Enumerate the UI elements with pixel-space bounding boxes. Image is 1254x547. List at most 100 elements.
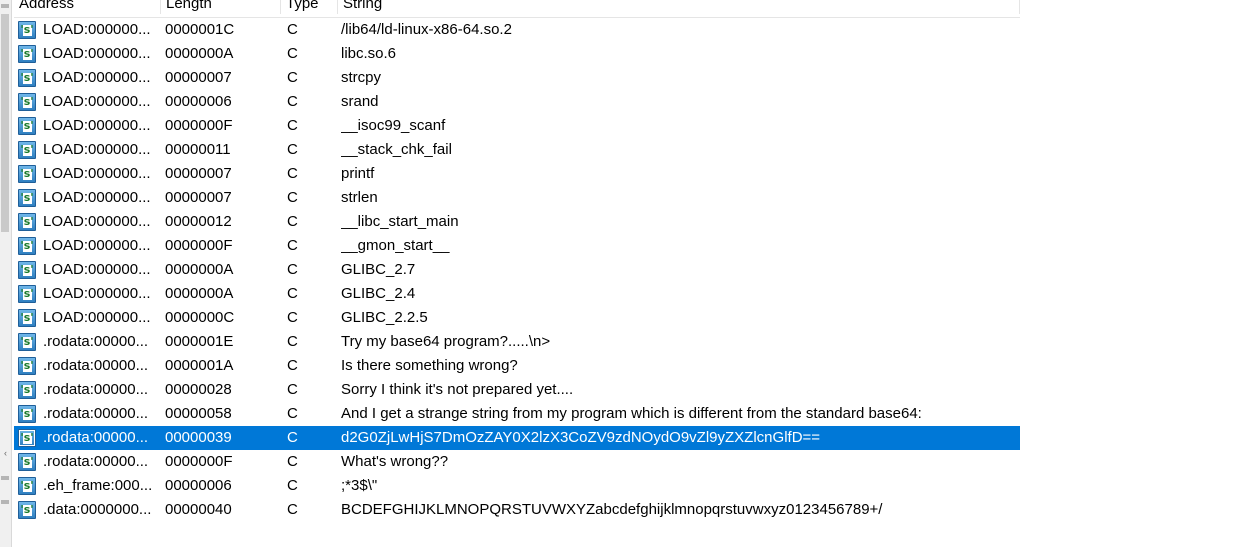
string-cell: __gmon_start__ [341, 237, 450, 254]
table-row[interactable]: 's' .eh_frame:000... 00000006 C ;*3$\" [14, 474, 1020, 498]
type-cell: C [287, 21, 298, 38]
type-cell: C [287, 309, 298, 326]
string-literal-icon: 's' [18, 333, 36, 351]
string-cell: Is there something wrong? [341, 357, 518, 374]
icon-glyph: 's' [20, 479, 34, 492]
address-cell: LOAD:000000... [43, 93, 151, 110]
type-cell: C [287, 117, 298, 134]
type-cell: C [287, 261, 298, 278]
table-row[interactable]: 's' .rodata:00000... 0000001A C Is there som… [14, 354, 1020, 378]
table-row[interactable]: 's' LOAD:000000... 0000001C C/lib64/ld-linu… [14, 18, 1020, 42]
scrollbar-marker [1, 4, 9, 8]
table-row[interactable]: 's' LOAD:000000... 00000007 Cstrcpy [14, 66, 1020, 90]
table-row[interactable]: 's' .rodata:00000... 0000001E C Try my base6… [14, 330, 1020, 354]
address-cell: LOAD:000000... [43, 261, 151, 278]
icon-glyph: 's' [20, 311, 34, 324]
icon-glyph: 's' [20, 167, 34, 180]
table-row[interactable]: 's' .rodata:00000... 0000000F C What's wrong… [14, 450, 1020, 474]
table-row[interactable]: 's' LOAD:000000... 0000000A C GLIBC_2.7 [14, 258, 1020, 282]
column-header-length[interactable]: Length [161, 0, 281, 14]
address-cell: LOAD:000000... [43, 117, 151, 134]
icon-glyph: 's' [20, 71, 34, 84]
type-cell: C [287, 189, 298, 206]
string-cell: d2G0ZjLwHjS7DmOzZAY0X2lzX3CoZV9zdNOydO9v… [341, 429, 821, 446]
type-cell: C [287, 45, 298, 62]
table-row[interactable]: 's' .rodata:00000... 00000039 Cd2G0ZjLwHjS7… [14, 426, 1020, 450]
length-cell: 00000012 [165, 213, 232, 230]
length-cell: 00000007 [165, 165, 232, 182]
length-cell: 0000001E [165, 333, 234, 350]
table-row[interactable]: 's' LOAD:000000... 00000011 C __stack_chk_fa… [14, 138, 1020, 162]
vertical-scrollbar[interactable]: ‹ [0, 0, 12, 547]
icon-glyph: 's' [20, 335, 34, 348]
type-cell: C [287, 501, 298, 518]
table-row[interactable]: 's' LOAD:000000... 0000000A Clibc.so.6 [14, 42, 1020, 66]
address-cell: LOAD:000000... [43, 21, 151, 38]
column-header-string[interactable]: String [338, 0, 1020, 14]
string-cell: __stack_chk_fail [341, 141, 452, 158]
string-cell: __libc_start_main [341, 213, 459, 230]
type-cell: C [287, 213, 298, 230]
string-cell: printf [341, 165, 375, 182]
address-cell: .rodata:00000... [43, 357, 149, 374]
address-cell: .rodata:00000... [43, 453, 149, 470]
icon-glyph: 's' [20, 119, 34, 132]
string-cell: Try my base64 program?.....\n> [341, 333, 551, 350]
type-cell: C [287, 477, 298, 494]
type-cell: C [287, 69, 298, 86]
type-cell: C [287, 357, 298, 374]
table-row[interactable]: 's' LOAD:000000... 0000000F C __gmon_start__ [14, 234, 1020, 258]
length-cell: 0000001A [165, 357, 234, 374]
type-cell: C [287, 165, 298, 182]
table-row[interactable]: 's' LOAD:000000... 00000006 Csrand [14, 90, 1020, 114]
column-header-address[interactable]: Address [14, 0, 161, 14]
icon-glyph: 's' [20, 263, 34, 276]
table-row[interactable]: 's' LOAD:000000... 00000012 C __libc_start_m… [14, 210, 1020, 234]
address-cell: .rodata:00000... [43, 405, 149, 422]
string-literal-icon: 's' [18, 405, 36, 423]
string-literal-icon: 's' [18, 45, 36, 63]
table-row[interactable]: 's' LOAD:000000... 00000007 Cstrlen [14, 186, 1020, 210]
table-row[interactable]: 's' .rodata:00000... 00000028 C Sorry I thin… [14, 378, 1020, 402]
address-cell: LOAD:000000... [43, 237, 151, 254]
string-literal-icon: 's' [18, 69, 36, 87]
table-row[interactable]: 's' LOAD:000000... 00000007 Cprintf [14, 162, 1020, 186]
table-row[interactable]: 's' .data:0000000... 00000040 C BCDEFGHIJKLM… [14, 498, 1020, 522]
address-cell: .rodata:00000... [43, 333, 149, 350]
icon-glyph: 's' [20, 359, 34, 372]
string-cell: strlen [341, 189, 378, 206]
string-cell: /lib64/ld-linux-x86-64.so.2 [341, 21, 512, 38]
length-cell: 00000006 [165, 477, 232, 494]
icon-glyph: 's' [20, 431, 34, 444]
string-literal-icon: 's' [18, 477, 36, 495]
length-cell: 0000000A [165, 45, 234, 62]
table-row[interactable]: 's' LOAD:000000... 0000000C C GLIBC_2.2.5 [14, 306, 1020, 330]
column-header-type[interactable]: Type [281, 0, 338, 14]
collapse-arrow-icon[interactable]: ‹ [0, 448, 11, 458]
string-cell: GLIBC_2.2.5 [341, 309, 428, 326]
icon-glyph: 's' [20, 239, 34, 252]
type-cell: C [287, 333, 298, 350]
type-cell: C [287, 237, 298, 254]
type-cell: C [287, 381, 298, 398]
scrollbar-thumb[interactable] [1, 14, 9, 232]
length-cell: 0000000F [165, 117, 233, 134]
type-cell: C [287, 285, 298, 302]
address-cell: .data:0000000... [43, 501, 152, 518]
table-body: 's' LOAD:000000... 0000001C C/lib64/ld-linu… [14, 18, 1020, 522]
string-cell: libc.so.6 [341, 45, 397, 62]
length-cell: 00000040 [165, 501, 232, 518]
length-cell: 00000039 [165, 429, 232, 446]
address-cell: LOAD:000000... [43, 285, 151, 302]
table-header: Address Length Type String [14, 0, 1020, 18]
table-row[interactable]: 's' LOAD:000000... 0000000F C __isoc99_scanf [14, 114, 1020, 138]
length-cell: 0000000C [165, 309, 235, 326]
icon-glyph: 's' [20, 143, 34, 156]
table-row[interactable]: 's' LOAD:000000... 0000000A C GLIBC_2.4 [14, 282, 1020, 306]
address-cell: LOAD:000000... [43, 69, 151, 86]
type-cell: C [287, 429, 298, 446]
string-literal-icon: 's' [18, 141, 36, 159]
icon-glyph: 's' [20, 455, 34, 468]
table-row[interactable]: 's' .rodata:00000... 00000058 C And I get a … [14, 402, 1020, 426]
string-literal-icon: 's' [18, 237, 36, 255]
